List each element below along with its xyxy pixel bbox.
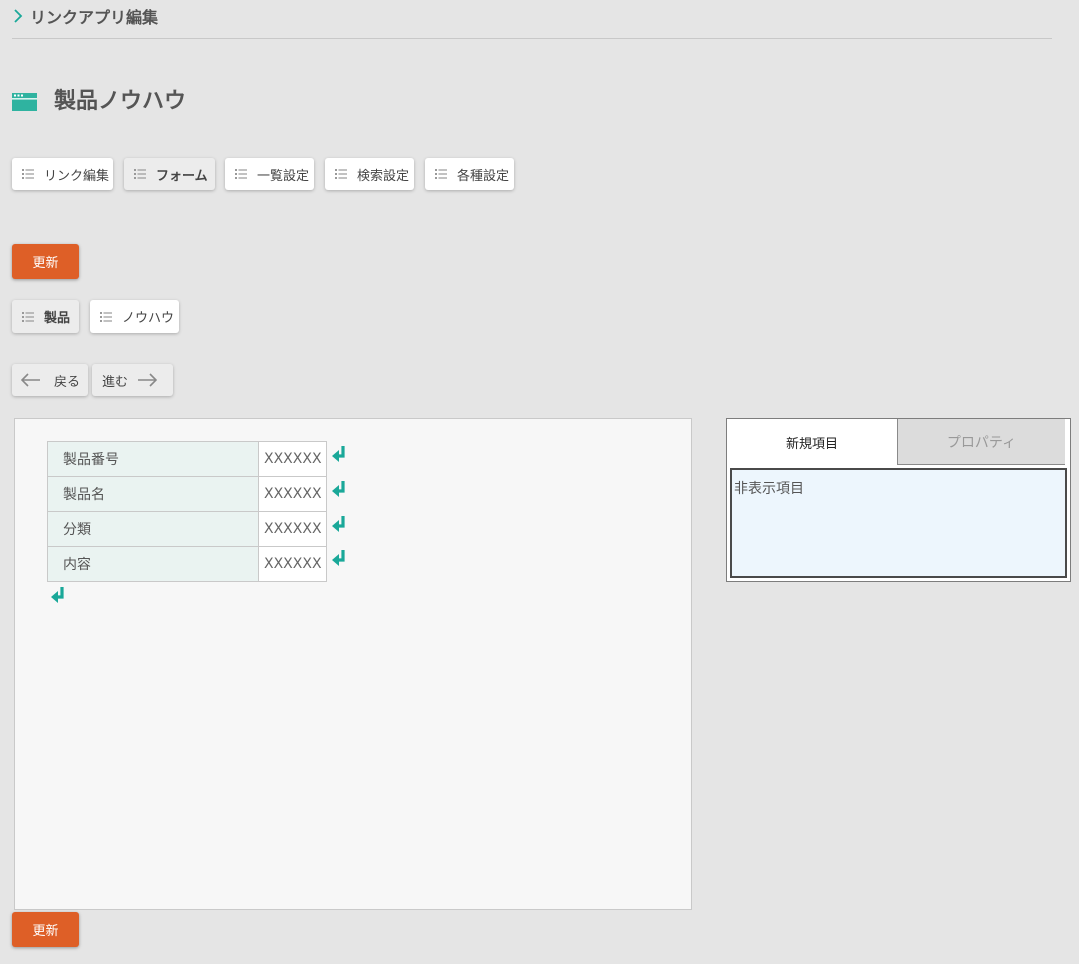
back-button[interactable]: 戻る <box>12 364 88 396</box>
tab-label: リンク編集 <box>44 168 110 184</box>
tab-search-settings[interactable]: 検索設定 <box>325 158 414 190</box>
tab-new-items[interactable]: 新規項目 <box>727 419 897 465</box>
field-value: XXXXXX <box>258 546 327 582</box>
subtab-label: 製品 <box>44 311 71 326</box>
line-break-icon[interactable] <box>331 515 347 533</box>
arrow-right-icon <box>138 373 158 387</box>
tab-link-edit[interactable]: リンク編集 <box>12 158 113 190</box>
field-value: XXXXXX <box>258 441 327 477</box>
tab-list-settings[interactable]: 一覧設定 <box>225 158 314 190</box>
line-break-icon[interactable] <box>331 445 347 463</box>
page-title: 製品ノウハウ <box>54 89 187 114</box>
field-label: 製品番号 <box>47 441 259 477</box>
header-divider <box>12 38 1052 39</box>
form-table: 製品番号 XXXXXX 製品名 XXXXXX 分類 XXXXXX 内容 XXXX… <box>47 441 327 582</box>
update-button-bottom[interactable]: 更新 <box>12 912 79 947</box>
line-break-icon[interactable] <box>331 549 347 567</box>
forward-button[interactable]: 進む <box>92 364 173 396</box>
back-label: 戻る <box>54 374 81 390</box>
list-icon <box>22 169 34 179</box>
breadcrumb: リンクアプリ編集 <box>12 5 158 27</box>
list-icon <box>335 169 347 179</box>
line-break-icon[interactable] <box>331 480 347 498</box>
tab-properties[interactable]: プロパティ <box>897 419 1065 465</box>
tab-label: 各種設定 <box>457 168 510 184</box>
update-button[interactable]: 更新 <box>12 244 79 279</box>
tab-label: 一覧設定 <box>257 168 310 184</box>
forward-label: 進む <box>102 374 129 390</box>
hidden-items-label: 非表示項目 <box>734 481 804 497</box>
line-break-icon[interactable] <box>50 586 66 604</box>
form-row[interactable]: 製品番号 XXXXXX <box>47 441 327 477</box>
tab-form[interactable]: フォーム <box>124 158 215 190</box>
field-label: 製品名 <box>47 476 259 512</box>
form-row[interactable]: 分類 XXXXXX <box>47 511 327 547</box>
subtab-label: ノウハウ <box>122 311 175 326</box>
field-label: 内容 <box>47 546 259 582</box>
tab-label: 検索設定 <box>357 168 410 184</box>
list-icon <box>435 169 447 179</box>
list-icon <box>100 311 112 322</box>
arrow-left-icon <box>21 373 40 387</box>
list-icon <box>134 169 146 179</box>
form-canvas[interactable]: 製品番号 XXXXXX 製品名 XXXXXX 分類 XXXXXX 内容 XXXX… <box>14 418 692 910</box>
tab-label: フォーム <box>156 168 208 184</box>
subtab-knowhow[interactable]: ノウハウ <box>90 300 179 333</box>
tab-misc-settings[interactable]: 各種設定 <box>425 158 514 190</box>
list-icon <box>235 169 247 179</box>
list-icon <box>22 311 34 322</box>
form-row[interactable]: 内容 XXXXXX <box>47 546 327 582</box>
side-panel: 新規項目 プロパティ 非表示項目 <box>726 418 1071 582</box>
hidden-items-area[interactable]: 非表示項目 <box>730 468 1067 578</box>
chevron-right-icon <box>14 9 23 23</box>
subtab-product[interactable]: 製品 <box>12 300 79 333</box>
window-icon <box>12 93 37 111</box>
form-row[interactable]: 製品名 XXXXXX <box>47 476 327 512</box>
field-value: XXXXXX <box>258 511 327 547</box>
breadcrumb-label: リンクアプリ編集 <box>30 8 159 27</box>
field-label: 分類 <box>47 511 259 547</box>
field-value: XXXXXX <box>258 476 327 512</box>
